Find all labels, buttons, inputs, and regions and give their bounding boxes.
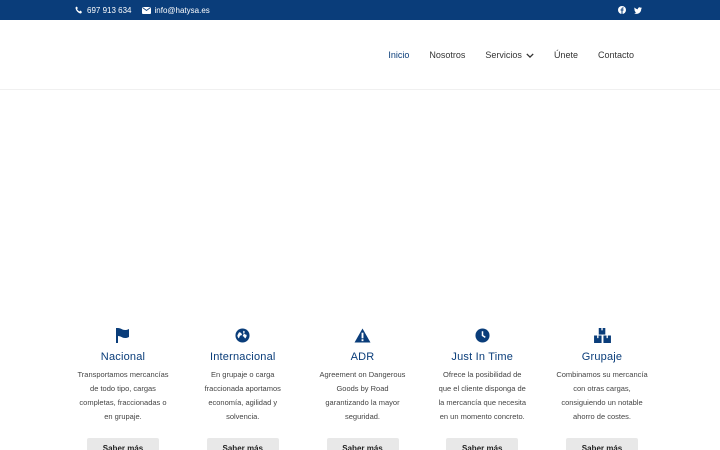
nav-label: Nosotros [429, 49, 466, 60]
main-nav: Inicio Nosotros Servicios Únete Contacto [388, 50, 634, 60]
nav-item-servicios[interactable]: Servicios [485, 50, 534, 60]
feature-just-in-time: Just In Time Ofrece la posibilidad de qu… [436, 318, 528, 450]
feature-title: ADR [350, 351, 375, 363]
feature-title: Grupaje [581, 351, 623, 363]
social-links [618, 6, 642, 14]
features-section: Nacional Transportamos mercancías de tod… [0, 318, 720, 450]
warning-icon [354, 326, 371, 344]
globe-icon [235, 326, 250, 344]
feature-title: Nacional [100, 351, 146, 363]
phone-number: 697 913 634 [87, 5, 132, 15]
feature-nacional: Nacional Transportamos mercancías de tod… [77, 318, 169, 450]
flag-icon [115, 326, 131, 344]
saber-mas-button[interactable]: Saber más [446, 438, 519, 450]
phone-link[interactable]: 697 913 634 [75, 6, 132, 15]
feature-internacional: Internacional En grupaje o carga fraccio… [197, 318, 289, 450]
email-link[interactable]: info@hatysa.es [141, 5, 210, 15]
saber-mas-button[interactable]: Saber más [87, 438, 159, 450]
top-bar: 697 913 634 info@hatysa.es [0, 0, 720, 20]
nav-item-nosotros[interactable]: Nosotros [429, 50, 465, 60]
phone-icon [75, 6, 83, 14]
saber-mas-button[interactable]: Saber más [206, 438, 279, 450]
nav-item-inicio[interactable]: Inicio [388, 50, 409, 60]
email-address: info@hatysa.es [154, 5, 210, 15]
feature-adr: ADR Agreement on Dangerous Goods by Road… [317, 318, 409, 450]
chevron-down-icon [526, 50, 534, 60]
feature-description: Transportamos mercancías de todo tipo, c… [77, 370, 169, 421]
saber-mas-button[interactable]: Saber más [326, 438, 399, 450]
feature-grupaje: Grupaje Combinamos su mercancía con otra… [556, 318, 648, 450]
feature-title: Just In Time [451, 351, 514, 363]
facebook-icon[interactable] [618, 6, 626, 14]
site-header: Inicio Nosotros Servicios Únete Contacto [0, 20, 720, 90]
twitter-icon[interactable] [634, 6, 642, 14]
feature-title: Internacional [209, 351, 276, 363]
feature-description: Agreement on Dangerous Goods by Road gar… [319, 370, 406, 421]
nav-item-contacto[interactable]: Contacto [598, 50, 634, 60]
feature-description: En grupaje o carga fraccionada aportamos… [204, 370, 281, 421]
saber-mas-button[interactable]: Saber más [566, 438, 638, 450]
nav-label: Inicio [388, 49, 410, 60]
nav-label: Únete [553, 49, 578, 60]
nav-label: Contacto [597, 49, 634, 60]
contact-info: 697 913 634 info@hatysa.es [75, 6, 210, 15]
boxes-icon [593, 326, 611, 344]
feature-description: Ofrece la posibilidad de que el cliente … [438, 370, 527, 421]
envelope-icon [141, 6, 151, 14]
nav-label: Servicios [485, 49, 522, 60]
nav-item-unete[interactable]: Únete [554, 50, 578, 60]
hero-area [0, 90, 720, 318]
feature-description: Combinamos su mercancía con otras cargas… [556, 370, 648, 421]
clock-icon [475, 326, 490, 344]
